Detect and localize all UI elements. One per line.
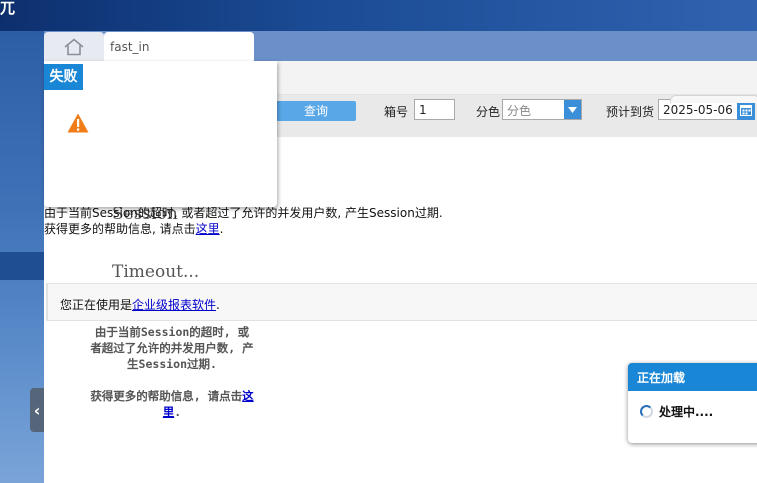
- loading-title: 正在加载: [628, 363, 757, 391]
- loading-message: 处理中....: [659, 405, 714, 419]
- top-banner: 兀: [0, 0, 757, 31]
- loading-body: 处理中....: [640, 403, 713, 420]
- tab-label: fast_in: [110, 40, 150, 54]
- sidebar-collapse-button[interactable]: ‹: [30, 388, 44, 432]
- help-link[interactable]: 这里: [196, 222, 220, 236]
- query-button[interactable]: 查询: [276, 101, 356, 121]
- color-label: 分色: [476, 105, 501, 119]
- warning-icon: [67, 113, 89, 133]
- expected-label: 预计到货: [606, 105, 655, 119]
- tab-fast-in[interactable]: fast_in: [104, 32, 254, 62]
- toolbar-collapse-tab[interactable]: [670, 95, 757, 103]
- session-detail-message: 由于当前Session的超时, 或者超过了允许的并发用户数, 产生Session…: [90, 325, 254, 419]
- home-icon: [64, 38, 84, 56]
- fail-dialog-title: 失败: [44, 64, 83, 90]
- color-select-value: 分色: [507, 104, 532, 118]
- enterprise-text: 您正在使用是企业级报表软件.: [60, 298, 220, 312]
- enterprise-link[interactable]: 企业级报表软件: [132, 298, 216, 312]
- box-no-input[interactable]: [414, 99, 455, 120]
- chevron-down-icon[interactable]: [564, 100, 581, 119]
- fail-dialog: 失败: [44, 61, 277, 207]
- sidebar-highlight-band: [0, 252, 44, 280]
- help-message: 获得更多的帮助信息, 请点击这里.: [44, 222, 224, 236]
- spinner-icon: [640, 405, 653, 418]
- brand-title: 兀: [0, 0, 16, 17]
- color-select[interactable]: 分色: [502, 99, 582, 120]
- chevron-left-icon: ‹: [33, 400, 41, 420]
- loading-dialog: 正在加载 处理中....: [628, 363, 757, 443]
- enterprise-banner: 您正在使用是企业级报表软件.: [46, 283, 757, 321]
- tab-home[interactable]: [44, 32, 104, 62]
- box-no-label: 箱号: [384, 105, 409, 119]
